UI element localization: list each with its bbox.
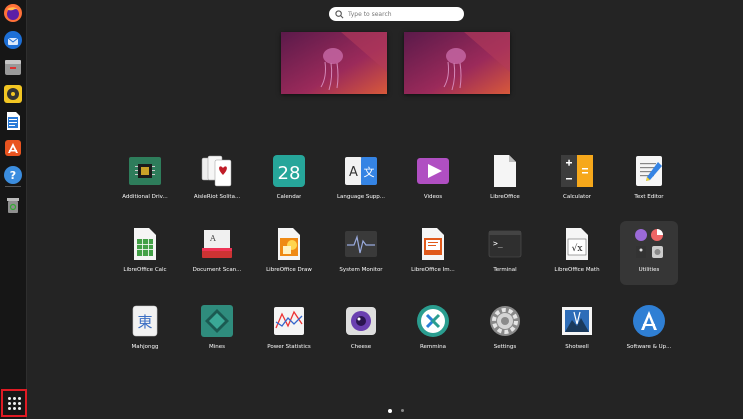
svg-text:?: ? [10, 169, 16, 182]
app-label: Mines [208, 344, 225, 350]
app-libreoffice[interactable]: LibreOffice [469, 148, 541, 212]
workspace-thumbnail-1[interactable] [281, 32, 387, 94]
writer-icon[interactable] [3, 111, 23, 131]
app-label: Additional Driv... [122, 194, 168, 200]
app-libreoffice-math[interactable]: √x LibreOffice Math [541, 221, 613, 285]
files-icon[interactable] [3, 57, 23, 77]
app-label: Remmina [419, 344, 447, 350]
app-label: LibreOffice Math [554, 267, 600, 273]
app-power-statistics[interactable]: Power Statistics [253, 298, 325, 362]
app-libreoffice-impress[interactable]: LibreOffice Im... [397, 221, 469, 285]
mines-icon [200, 304, 234, 338]
app-aisleriot-solitaire[interactable]: AisleRiot Solita... [181, 148, 253, 212]
app-label: Cheese [350, 344, 372, 350]
app-label: Videos [423, 194, 443, 200]
app-mines[interactable]: Mines [181, 298, 253, 362]
document-scanner-icon: A [200, 227, 234, 261]
app-language-support[interactable]: A文 Language Supp... [325, 148, 397, 212]
help-icon[interactable]: ? [3, 165, 23, 185]
app-settings[interactable]: Settings [469, 298, 541, 362]
app-label: LibreOffice Draw [266, 267, 312, 273]
app-remmina[interactable]: Remmina [397, 298, 469, 362]
app-label: Calendar [276, 194, 302, 200]
app-libreoffice-draw[interactable]: LibreOffice Draw [253, 221, 325, 285]
libreoffice-impress-icon [416, 227, 450, 261]
aisleriot-icon [200, 154, 234, 188]
app-system-monitor[interactable]: System Monitor [325, 221, 397, 285]
videos-icon [416, 154, 450, 188]
libreoffice-draw-icon [272, 227, 306, 261]
libreoffice-icon [488, 154, 522, 188]
app-additional-drivers[interactable]: Additional Driv... [109, 148, 181, 212]
app-utilities-folder[interactable]: Utilities [620, 221, 678, 285]
rhythmbox-icon[interactable] [3, 84, 23, 104]
app-label: Settings [493, 344, 517, 350]
app-label: Document Scan... [192, 267, 242, 273]
app-label: Shotwell [565, 344, 589, 350]
svg-text:>_: >_ [493, 239, 503, 248]
app-videos[interactable]: Videos [397, 148, 469, 212]
app-label: Calculator [563, 194, 591, 200]
libreoffice-math-icon: √x [560, 227, 594, 261]
remmina-icon [416, 304, 450, 338]
search-input[interactable] [348, 10, 458, 18]
language-support-icon: A文 [344, 154, 378, 188]
app-mahjongg[interactable]: 東 Mahjongg [109, 298, 181, 362]
search-icon [335, 9, 344, 18]
workspace-thumbnail-2[interactable] [404, 32, 510, 94]
utilities-folder-icon [632, 227, 666, 261]
app-label: Power Statistics [267, 344, 311, 350]
app-label: LibreOffice Im... [411, 267, 455, 273]
page-indicator-2[interactable] [401, 409, 404, 412]
power-statistics-icon [272, 304, 306, 338]
show-applications-button[interactable] [1, 389, 27, 417]
app-label: Text Editor [634, 194, 664, 200]
text-editor-icon [632, 154, 666, 188]
calculator-icon [560, 154, 594, 188]
software-updates-icon [632, 304, 666, 338]
terminal-icon: >_ [488, 227, 522, 261]
system-monitor-icon [344, 227, 378, 261]
svg-text:文: 文 [364, 165, 375, 179]
app-label: Software & Up... [626, 344, 672, 350]
settings-icon [488, 304, 522, 338]
firefox-icon[interactable] [3, 3, 23, 23]
svg-text:√x: √x [572, 243, 583, 254]
svg-text:A: A [209, 234, 216, 243]
shotwell-icon [560, 304, 594, 338]
software-icon[interactable] [3, 138, 23, 158]
svg-text:28: 28 [278, 163, 301, 184]
search-bar[interactable] [329, 7, 464, 21]
app-label: LibreOffice Calc [123, 267, 167, 273]
app-label: Utilities [638, 267, 660, 273]
app-shotwell[interactable]: Shotwell [541, 298, 613, 362]
app-document-scanner[interactable]: A Document Scan... [181, 221, 253, 285]
dock: ? [0, 0, 27, 419]
calendar-icon: 28 [272, 154, 306, 188]
app-cheese[interactable]: Cheese [325, 298, 397, 362]
page-indicator-1[interactable] [388, 409, 392, 413]
libreoffice-calc-icon [128, 227, 162, 261]
app-label: Terminal [493, 267, 517, 273]
app-calendar[interactable]: 28 Calendar [253, 148, 325, 212]
dock-separator [5, 186, 21, 187]
app-terminal[interactable]: >_ Terminal [469, 221, 541, 285]
svg-text:東: 東 [137, 313, 152, 331]
additional-drivers-icon [128, 154, 162, 188]
app-label: Mahjongg [131, 344, 159, 350]
app-software-updates[interactable]: Software & Up... [613, 298, 685, 362]
app-label: System Monitor [339, 267, 383, 273]
app-label: LibreOffice [490, 194, 520, 200]
app-text-editor[interactable]: Text Editor [613, 148, 685, 212]
grid-icon [7, 396, 21, 410]
app-calculator[interactable]: Calculator [541, 148, 613, 212]
app-libreoffice-calc[interactable]: LibreOffice Calc [109, 221, 181, 285]
thunderbird-icon[interactable] [3, 30, 23, 50]
svg-text:A: A [349, 165, 358, 180]
mahjongg-icon: 東 [128, 304, 162, 338]
trash-icon[interactable] [3, 195, 23, 215]
app-label: Language Supp... [336, 194, 386, 200]
cheese-icon [344, 304, 378, 338]
app-label: AisleRiot Solita... [193, 194, 241, 200]
